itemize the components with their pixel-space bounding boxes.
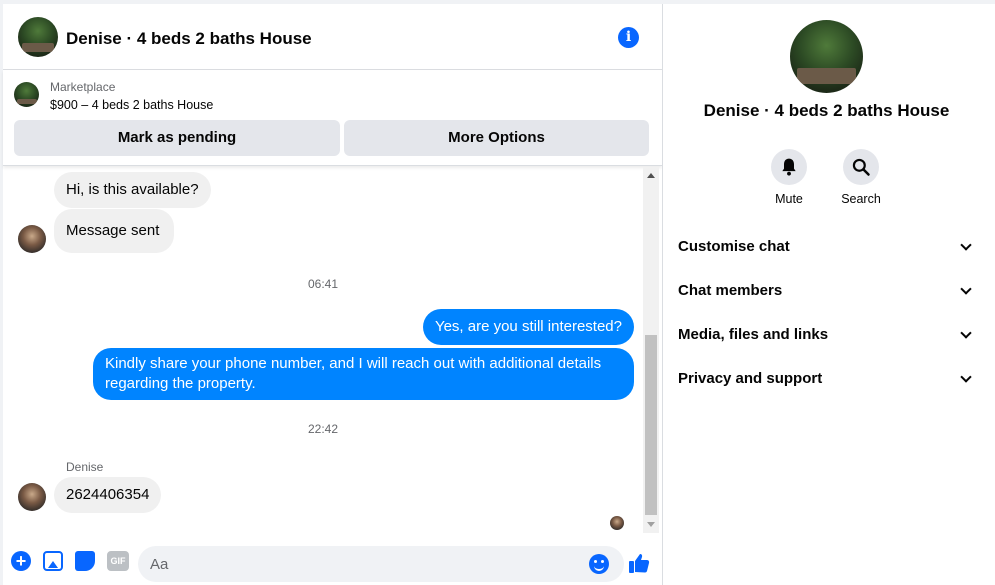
chevron-down-icon xyxy=(960,371,972,383)
message-timestamp: 22:42 xyxy=(307,422,339,436)
message-bubble[interactable]: Yes, are you still interested? xyxy=(422,309,634,345)
read-receipt-avatar xyxy=(610,516,624,530)
search-button[interactable]: Search xyxy=(831,149,891,206)
scroll-up-arrow-icon[interactable] xyxy=(647,173,655,178)
scroll-down-arrow-icon[interactable] xyxy=(647,522,655,527)
chat-title[interactable]: Denise · 4 beds 2 baths House xyxy=(66,29,312,49)
sender-avatar[interactable] xyxy=(18,225,46,253)
message-bubble[interactable]: Hi, is this available? xyxy=(54,172,211,208)
listing-profile-avatar[interactable] xyxy=(790,20,863,93)
sender-avatar[interactable] xyxy=(18,483,46,511)
chevron-down-icon xyxy=(960,283,972,295)
listing-thumbnail[interactable] xyxy=(14,82,39,107)
listing-avatar[interactable] xyxy=(18,17,58,57)
chevron-down-icon xyxy=(960,239,972,251)
message-bubble[interactable]: Kindly share your phone number, and I wi… xyxy=(93,348,634,400)
message-bubble[interactable]: Message sent xyxy=(54,209,174,253)
listing-summary[interactable]: $900 – 4 beds 2 baths House xyxy=(50,98,213,112)
chat-pane: Denise · 4 beds 2 baths House i Marketpl… xyxy=(3,4,662,585)
section-customise-chat[interactable]: Customise chat xyxy=(678,235,978,259)
sticker-icon[interactable] xyxy=(75,551,95,571)
message-input[interactable] xyxy=(138,546,624,582)
emoji-icon[interactable] xyxy=(589,554,609,574)
section-label: Customise chat xyxy=(678,238,790,255)
photo-icon[interactable] xyxy=(43,551,63,571)
message-list: Hi, is this available? Message sent 06:4… xyxy=(3,167,662,537)
bell-icon[interactable] xyxy=(771,149,807,185)
chevron-down-icon xyxy=(960,327,972,339)
gif-icon[interactable]: GIF xyxy=(107,551,129,571)
section-chat-members[interactable]: Chat members xyxy=(678,279,978,303)
more-options-button[interactable]: More Options xyxy=(344,120,649,156)
section-label: Media, files and links xyxy=(678,326,829,343)
mute-label: Mute xyxy=(775,192,803,206)
plus-icon[interactable]: + xyxy=(11,551,31,571)
message-timestamp: 06:41 xyxy=(307,277,339,291)
mute-button[interactable]: Mute xyxy=(759,149,819,206)
marketplace-bar: Marketplace $900 – 4 beds 2 baths House … xyxy=(3,70,662,166)
info-icon[interactable]: i xyxy=(618,27,639,48)
section-label: Privacy and support xyxy=(678,370,823,387)
like-icon[interactable] xyxy=(627,551,651,575)
marketplace-label: Marketplace xyxy=(50,80,116,94)
section-media-files-links[interactable]: Media, files and links xyxy=(678,323,978,347)
conversation-info-pane: Denise · 4 beds 2 baths House Mute Searc… xyxy=(663,4,995,585)
message-composer: + GIF xyxy=(3,537,662,585)
chat-header: Denise · 4 beds 2 baths House i xyxy=(3,4,662,70)
search-icon[interactable] xyxy=(843,149,879,185)
message-bubble[interactable]: 2624406354 xyxy=(54,477,162,513)
conversation-title: Denise · 4 beds 2 baths House xyxy=(703,101,950,120)
message-scrollbar[interactable] xyxy=(643,167,659,533)
mark-as-pending-button[interactable]: Mark as pending xyxy=(14,120,340,156)
sender-name: Denise xyxy=(66,460,104,474)
section-label: Chat members xyxy=(678,282,783,299)
section-privacy-support[interactable]: Privacy and support xyxy=(678,367,978,391)
scroll-thumb[interactable] xyxy=(645,335,657,515)
search-label: Search xyxy=(841,192,881,206)
